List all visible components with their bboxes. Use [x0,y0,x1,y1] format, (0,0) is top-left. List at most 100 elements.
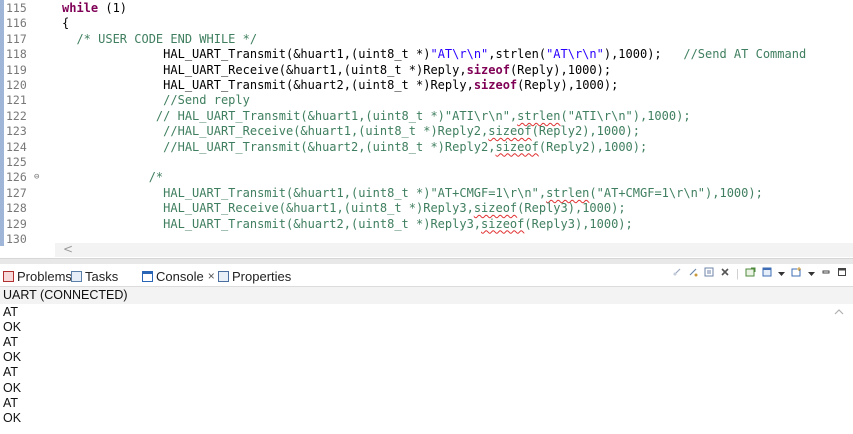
string-token: "AT\r\n" [546,47,604,62]
code-line: 128 HAL_UART_Receive(&huart1,(uint8_t *)… [0,201,853,217]
open-console-icon[interactable] [791,267,802,280]
console-output[interactable]: AT OK AT OK AT OK AT OK [0,304,853,434]
chevron-down-icon[interactable] [778,268,785,280]
scroll-lock-icon[interactable] [688,267,698,280]
word-wrap-icon[interactable] [704,267,714,280]
console-line: OK [3,410,22,425]
console-icon [142,270,153,282]
code-line: 123 //HAL_UART_Receive(&huart1,(uint8_t … [0,124,853,140]
code-editor[interactable]: 115 while (1) 116 {117 /* USER CODE END WHI… [0,0,853,258]
code-token: (Reply),1000); [509,62,612,77]
comment-token: HAL_UART_Receive(&huart1,(uint8_t *)Repl… [62,201,474,216]
comment-token: strlen [546,185,590,200]
code-token: HAL_UART_Transmit(&huart2,(uint8_t *)Rep… [62,78,474,92]
code-text: //HAL_UART_Transmit(&huart2,(uint8_t *)R… [62,140,647,156]
close-icon[interactable]: × [208,269,215,283]
code-token: { [62,16,70,31]
line-number: 128 [6,201,27,216]
comment-token: sizeof [473,201,518,216]
comment-token: HAL_UART_Transmit(&huart2,(uint8_t *)Rep… [62,216,482,231]
code-line: 118 HAL_UART_Transmit(&huart1,(uint8_t *… [0,47,853,63]
comment-token: //HAL_UART_Transmit(&huart2,(uint8_t *)R… [62,139,496,154]
minimize-icon[interactable] [821,267,831,280]
views-tab-bar: Problems Tasks Console × Properties | [0,264,853,286]
horizontal-scrollbar[interactable]: < [55,242,853,257]
code-line: 127 HAL_UART_Transmit(&huart1,(uint8_t *… [0,186,853,202]
console-line: AT [3,335,19,350]
line-number: 118 [6,47,27,62]
comment-token: //HAL_UART_Receive(&huart1,(uint8_t *)Re… [62,124,489,139]
tab-label: Problems [17,268,72,284]
line-number: 127 [6,185,27,200]
code-line: 121 //Send reply [0,93,853,109]
code-text: //HAL_UART_Receive(&huart1,(uint8_t *)Re… [62,124,640,140]
line-number: 124 [6,139,27,154]
code-text: while (1) [62,1,127,17]
console-line: AT [3,395,19,410]
code-line: 122 // HAL_UART_Transmit(&huart1,(uint8_… [0,109,853,125]
problems-icon [3,270,14,282]
code-line: 119 HAL_UART_Receive(&huart1,(uint8_t *)… [0,63,853,79]
display-console-icon[interactable] [762,267,772,280]
comment-token: //Send AT Command [683,47,807,62]
code-token: ,strlen( [488,47,547,62]
code-text: /* [62,170,163,186]
code-line: 120 HAL_UART_Transmit(&huart2,(uint8_t *… [0,78,853,94]
line-number: 117 [6,31,27,46]
comment-token: ("ATI\r\n"),1000); [560,108,691,123]
comment-token: (Reply3),1000); [517,201,626,216]
code-text: // HAL_UART_Transmit(&huart1,(uint8_t *)… [62,109,691,125]
line-number: 121 [6,93,27,108]
code-text: HAL_UART_Transmit(&huart1,(uint8_t *)"AT… [62,186,763,202]
console-line: OK [3,380,22,395]
console-toolbar: | [672,267,847,280]
comment-token: /* [62,170,164,185]
tab-problems[interactable]: Problems [3,267,72,285]
comment-token: (Reply3),1000); [524,216,633,231]
line-number: 119 [6,62,27,77]
pin-console-icon[interactable] [745,267,756,280]
scroll-up-arrow-icon[interactable] [834,307,844,318]
comment-token: strlen [517,108,561,123]
tab-console[interactable]: Console × [142,267,215,285]
code-text: HAL_UART_Receive(&huart1,(uint8_t *)Repl… [62,201,626,217]
comment-token: // HAL_UART_Transmit(&huart1,(uint8_t *)… [62,108,518,123]
code-text: HAL_UART_Transmit(&huart1,(uint8_t *) "AT… [62,47,806,63]
comment-token: sizeof [481,216,525,231]
console-line: AT [3,305,19,319]
remove-launch-icon[interactable] [720,267,730,280]
toolbar-separator: | [736,267,739,280]
code-line: 125 [0,155,853,171]
code-token: HAL_UART_Transmit(&huart1,(uint8_t *) [62,47,431,62]
line-number: 115 [6,1,27,15]
line-number: 129 [6,216,27,231]
fold-toggle-icon[interactable]: ⊖ [34,170,39,186]
tasks-icon [71,270,82,282]
code-text: /* USER CODE END WHILE */ [62,32,257,48]
keyword-token: sizeof [473,78,518,92]
scroll-left-arrow-icon[interactable]: < [63,242,73,256]
line-number: 123 [6,124,27,139]
line-number: 120 [6,78,27,92]
tab-label: Tasks [85,268,119,284]
code-token: (1) [98,1,128,15]
comment-token: sizeof [488,124,532,139]
tab-label: Properties [232,268,292,284]
code-text: HAL_UART_Receive(&huart1,(uint8_t *)Repl… [62,63,611,79]
comment-token: HAL_UART_Transmit(&huart1,(uint8_t *)"AT… [62,185,547,200]
line-number: 130 [6,232,27,246]
maximize-icon[interactable] [837,267,847,280]
code-text: HAL_UART_Transmit(&huart2,(uint8_t *)Rep… [62,78,618,94]
tab-tasks[interactable]: Tasks [71,267,118,285]
comment-token: //Send reply [62,93,250,108]
comment-token: ("AT+CMGF=1\r\n"),1000); [589,185,763,200]
chevron-down-icon[interactable] [808,268,815,280]
tab-properties[interactable]: Properties [218,267,291,285]
comment-token: (Reply2),1000); [538,139,648,154]
code-line: 115 while (1) [0,1,853,17]
code-line: 129 HAL_UART_Transmit(&huart2,(uint8_t *… [0,217,853,233]
clear-console-icon[interactable] [672,267,682,280]
code-line: 126 ⊖ /* [0,170,853,186]
line-number: 116 [6,16,27,31]
console-line: OK [3,320,22,335]
